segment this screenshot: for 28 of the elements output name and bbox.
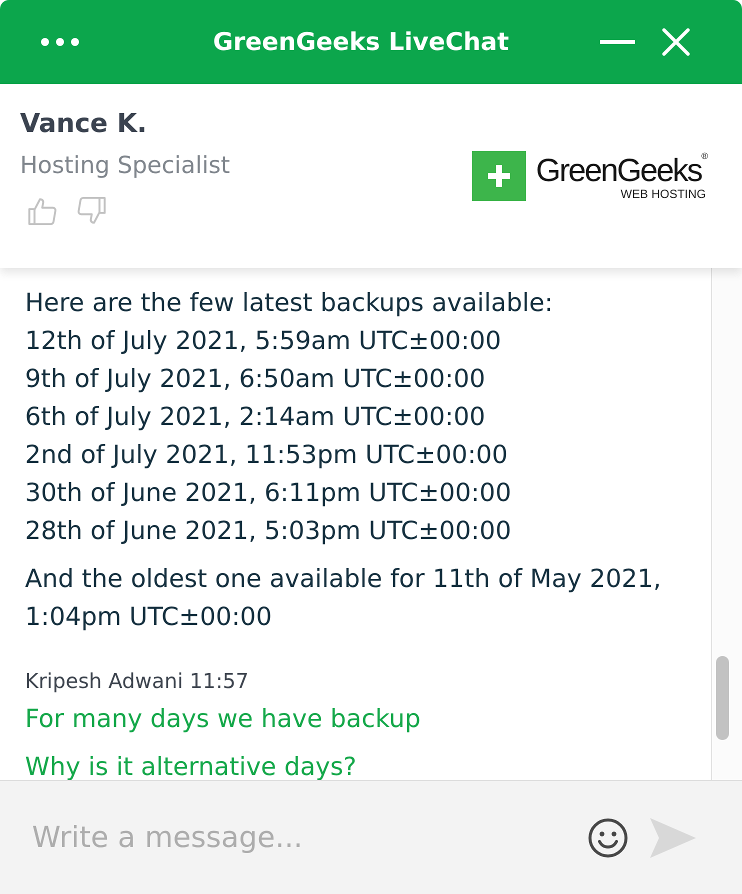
message-text: 6th of July 2021, 2:14am UTC±00:00 xyxy=(25,401,486,433)
brand-tagline: WEB HOSTING xyxy=(620,188,706,200)
scrollbar-thumb[interactable] xyxy=(716,656,729,740)
brand-name: GreenGeeks$^{®}$ xyxy=(536,152,708,188)
message-input[interactable]: Write a message... xyxy=(32,816,566,858)
emoji-icon[interactable] xyxy=(588,818,628,858)
message-time: 11:57 xyxy=(190,669,249,693)
message-text: 9th of July 2021, 6:50am UTC±00:00 xyxy=(25,363,486,395)
logo-plus-icon xyxy=(472,151,526,201)
message-text: Here are the few latest backups available: xyxy=(25,287,554,319)
message-text: And the oldest one available for 11th of May 2021, 1:04pm UTC±00:00 xyxy=(25,563,662,633)
message-text: For many days we have backup xyxy=(25,703,422,735)
thumbs-down-icon[interactable] xyxy=(75,196,107,226)
sender-name: Kripesh Adwani xyxy=(25,669,184,693)
message-text: 30th of June 2021, 6:11pm UTC±00:00 xyxy=(25,477,512,509)
more-options-icon[interactable] xyxy=(40,37,80,47)
window-title: GreenGeeks LiveChat xyxy=(212,26,510,58)
agent-role: Hosting Specialist xyxy=(20,150,230,180)
message-text: 28th of June 2021, 5:03pm UTC±00:00 xyxy=(25,515,512,547)
message-text: Why is it alternative days? xyxy=(25,751,358,780)
send-icon[interactable] xyxy=(650,818,696,858)
thumbs-up-icon[interactable] xyxy=(27,196,59,226)
message-text: 12th of July 2021, 5:59am UTC±00:00 xyxy=(25,325,502,357)
close-icon[interactable] xyxy=(662,28,690,56)
minimize-icon[interactable] xyxy=(600,40,635,44)
message-text: 2nd of July 2021, 11:53pm UTC±00:00 xyxy=(25,439,509,471)
agent-name: Vance K. xyxy=(20,108,148,141)
message-composer[interactable]: Write a message... xyxy=(0,780,742,894)
